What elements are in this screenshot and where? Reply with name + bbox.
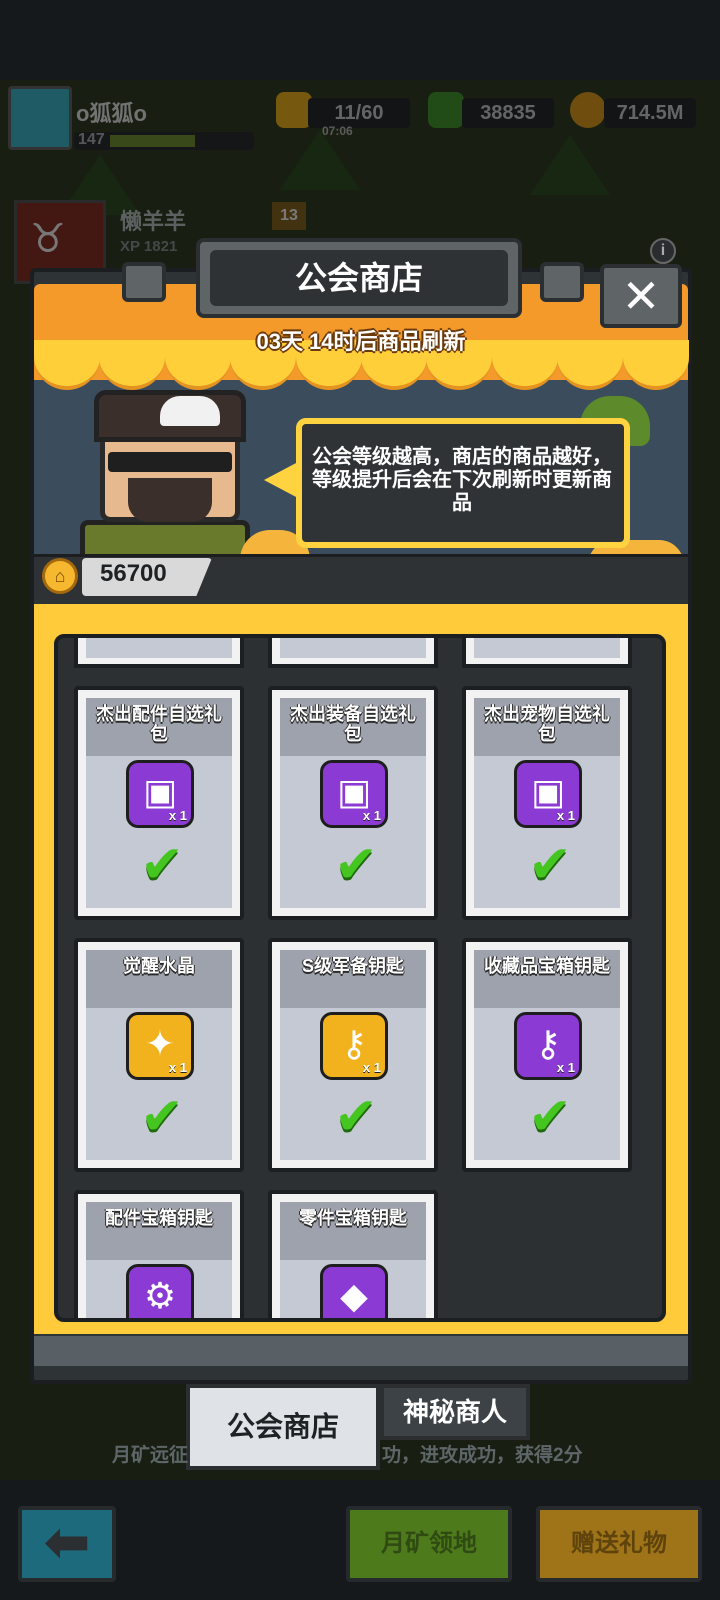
merchant-beard [128,478,212,522]
icon-glyph: ⚷ [534,1023,562,1064]
shop-item-card[interactable]: 杰出宠物自选礼包 ▣ x 1 ✔ [462,686,632,920]
refresh-timer: 03天 14时后商品刷新 [256,329,466,354]
speech-bubble-tail [264,462,298,498]
shop-item-card[interactable]: 零件宝箱钥匙 ◆ [268,1190,438,1318]
item-name: 杰出配件自选礼包 [96,704,222,744]
panel-footer [34,1336,688,1366]
icon-glyph: ▣ [142,771,177,812]
guild-coin-balance: 56700 [100,560,167,587]
item-name: 觉醒水晶 [123,956,195,976]
info-icon[interactable]: i [650,238,676,264]
icon-glyph: ▣ [336,771,371,812]
purchased-check-icon: ✔ [140,836,184,894]
purchased-check-icon: ✔ [334,1088,378,1146]
icon-glyph: ⚷ [340,1023,368,1064]
merchant-hair-streak [160,396,220,426]
item-name: 杰出宠物自选礼包 [484,704,610,744]
purchased-check-icon: ✔ [528,836,572,894]
ticker-text-right: 功，进攻成功，获得2分 [382,1445,583,1466]
gold-key-icon: ⚷ x 1 [514,1012,582,1080]
shop-title: 公会商店 [210,250,508,306]
item-card-partial[interactable] [74,638,244,668]
item-card-partial[interactable] [268,638,438,668]
item-name: 杰出装备自选礼包 [290,704,416,744]
item-name: 零件宝箱钥匙 [299,1208,407,1228]
back-button[interactable]: ⬅ [18,1506,116,1582]
star-crystal-icon: ✦ x 1 [126,1012,194,1080]
item-quantity: x 1 [168,1060,187,1075]
gear-key-icon: ⚙ [126,1264,194,1318]
shop-item-card[interactable]: S级军备钥匙 ⚷ x 1 ✔ [268,938,438,1172]
purple-chest-icon: ▣ x 1 [126,760,194,828]
icon-glyph: ▣ [530,771,565,812]
item-card-partial[interactable] [462,638,632,668]
game-screen: o狐狐o 147 11/60 07:06 38835 714.5M ♉ 懒羊羊 … [0,0,720,1600]
shop-item-card[interactable]: 配件宝箱钥匙 ⚙ [74,1190,244,1318]
purchased-check-icon: ✔ [334,836,378,894]
item-quantity: x 1 [168,808,187,823]
shop-item-card[interactable]: 收藏品宝箱钥匙 ⚷ x 1 ✔ [462,938,632,1172]
send-gift-button[interactable]: 赠送礼物 [536,1506,702,1582]
item-quantity: x 1 [362,808,381,823]
shop-item-card[interactable]: 觉醒水晶 ✦ x 1 ✔ [74,938,244,1172]
gem-key-icon: ◆ [320,1264,388,1318]
item-quantity: x 1 [362,1060,381,1075]
purple-chest-icon: ▣ x 1 [320,760,388,828]
guild-coin-icon: ⌂ [42,558,78,594]
icon-glyph: ⚙ [143,1275,177,1316]
purple-chest-icon: ▣ x 1 [514,760,582,828]
merchant-sunglasses [108,452,232,472]
icon-glyph: ✦ [144,1023,176,1064]
item-quantity: x 1 [556,1060,575,1075]
key-icon: ⚷ x 1 [320,1012,388,1080]
purchased-check-icon: ✔ [140,1088,184,1146]
shop-item-card[interactable]: 杰出装备自选礼包 ▣ x 1 ✔ [268,686,438,920]
item-grid[interactable]: 杰出配件自选礼包 ▣ x 1 ✔ 杰出装备自选礼包 ▣ x 1 ✔ 杰出宠物自选礼包 ▣ x 1 ✔ 觉… [54,634,666,1322]
sign-hook [540,262,584,302]
purchased-check-icon: ✔ [528,1088,572,1146]
ticker-text-left: 月矿远征 [112,1445,189,1466]
shop-item-card[interactable]: 杰出配件自选礼包 ▣ x 1 ✔ [74,686,244,920]
moon-mine-territory-button[interactable]: 月矿领地 [346,1506,512,1582]
item-quantity: x 1 [556,808,575,823]
tab-mystery-merchant[interactable]: 神秘商人 [380,1384,530,1440]
item-name: S级军备钥匙 [301,956,404,976]
tab-guild-shop[interactable]: 公会商店 [186,1384,380,1470]
item-name: 配件宝箱钥匙 [105,1208,213,1228]
status-bar-bg [0,0,720,80]
item-name: 收藏品宝箱钥匙 [484,956,610,976]
merchant-speech: 公会等级越高，商店的商品越好，等级提升后会在下次刷新时更新商品 [312,446,612,514]
close-button[interactable]: ✕ [600,264,682,328]
icon-glyph: ◆ [340,1275,368,1316]
sign-hook [122,262,166,302]
